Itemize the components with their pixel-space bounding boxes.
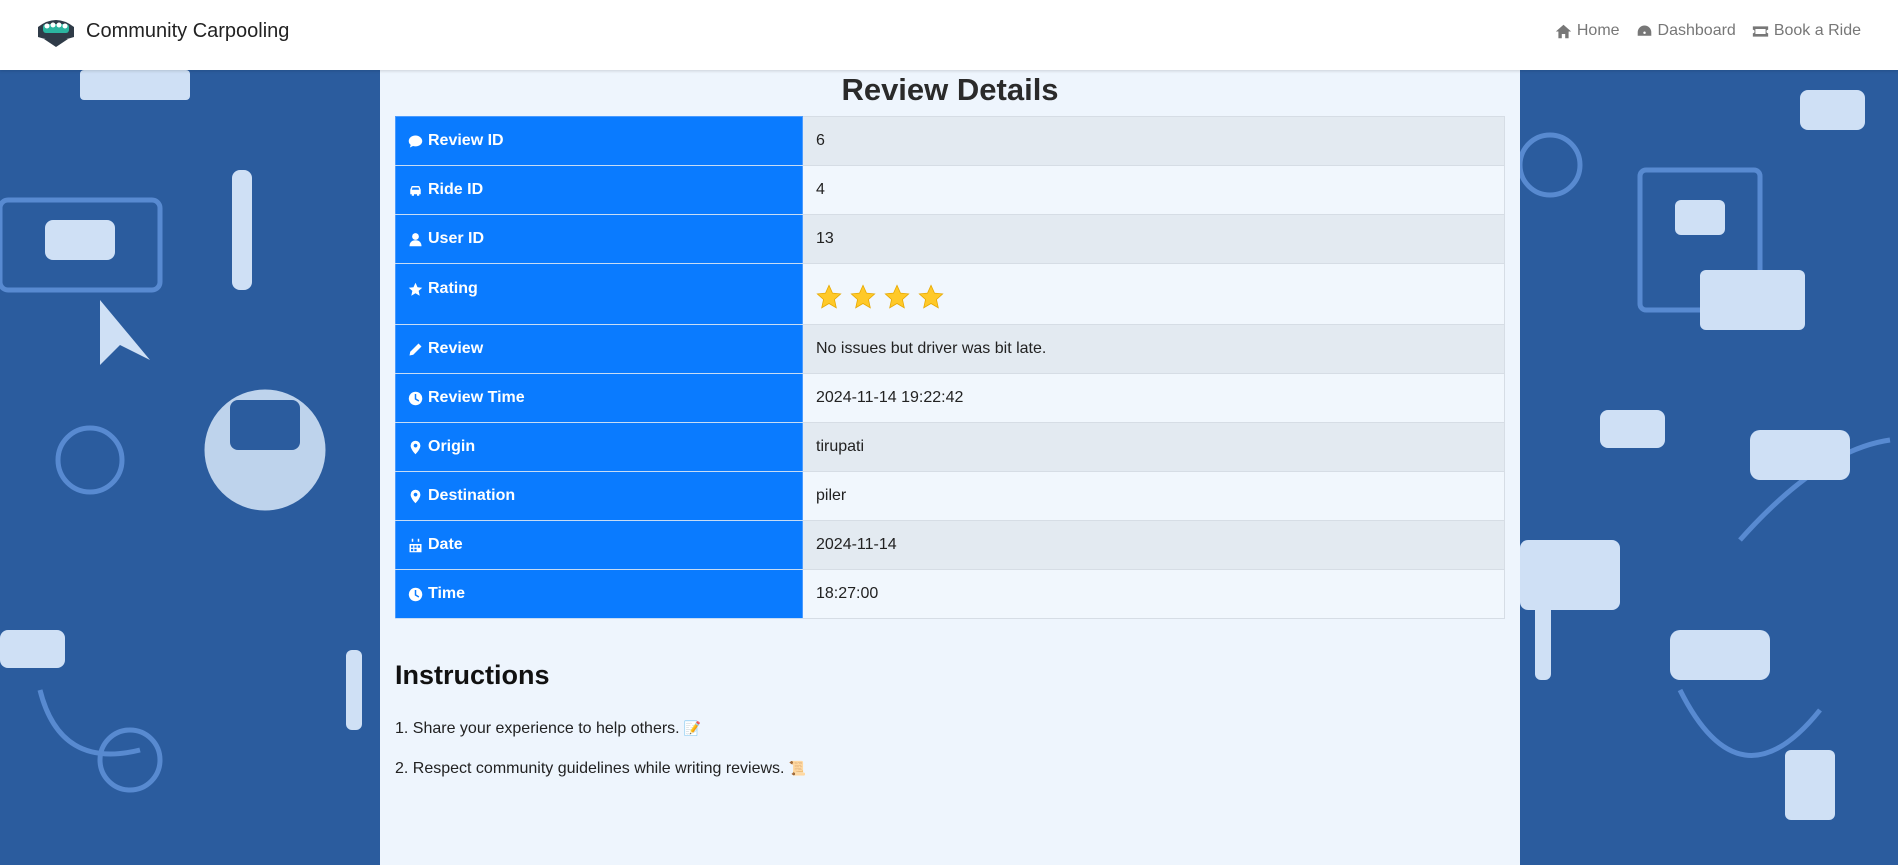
instructions-title: Instructions <box>395 660 550 690</box>
clock-icon <box>408 587 423 601</box>
clock-icon <box>408 391 423 405</box>
table-row: Time 18:27:00 <box>395 569 1505 619</box>
row-label: Destination <box>428 487 516 504</box>
row-label: Review ID <box>428 132 504 149</box>
rating-stars <box>816 278 1491 310</box>
carpool-logo-icon <box>38 20 74 47</box>
row-label: Origin <box>428 438 476 455</box>
table-row: Origin tirupati <box>395 422 1505 472</box>
nav-dashboard-link[interactable]: Dashboard <box>1636 22 1736 40</box>
row-label: Date <box>428 536 463 553</box>
nav-book-ride-label: Book a Ride <box>1773 22 1861 39</box>
ticket-icon <box>1752 25 1768 37</box>
instruction-item: 1. Share your experience to help others.… <box>395 720 701 738</box>
rating-star-icon <box>918 284 944 309</box>
pencil-icon <box>409 343 422 355</box>
nav-dashboard-label: Dashboard <box>1657 22 1736 39</box>
row-label: User ID <box>428 230 485 247</box>
brand[interactable]: Community Carpooling <box>34 13 289 49</box>
rating-star-icon <box>816 284 842 309</box>
dashboard-icon <box>1637 25 1651 36</box>
row-value: 18:27:00 <box>802 569 1505 619</box>
row-label: Review <box>428 340 484 357</box>
table-row: Destination piler <box>395 471 1505 521</box>
row-value: No issues but driver was bit late. <box>802 324 1505 374</box>
nav-home-label: Home <box>1576 22 1620 39</box>
star-icon <box>408 282 423 296</box>
table-row: Rating <box>395 263 1505 325</box>
nav-book-ride-link[interactable]: Book a Ride <box>1752 22 1861 40</box>
car-icon <box>410 185 421 196</box>
page-title: Review Details <box>841 72 1059 107</box>
table-row: Date 2024-11-14 <box>395 520 1505 570</box>
map-marker-icon <box>410 440 421 454</box>
row-value: piler <box>802 471 1505 521</box>
row-label: Rating <box>428 280 478 297</box>
instruction-text: 2. Respect community guidelines while wr… <box>395 760 785 777</box>
map-marker-icon <box>410 489 421 503</box>
row-label: Time <box>428 585 466 602</box>
row-label: Review Time <box>428 389 525 406</box>
calendar-icon <box>409 538 422 552</box>
instruction-item: 2. Respect community guidelines while wr… <box>395 760 806 778</box>
rating-value <box>802 263 1505 325</box>
scroll-emoji-icon: 📜 <box>788 760 806 776</box>
row-label: Ride ID <box>428 181 484 198</box>
top-navbar: Community Carpooling Home Dashboard Book… <box>0 0 1898 70</box>
nav-home-link[interactable]: Home <box>1555 22 1620 40</box>
table-row: Review No issues but driver was bit late… <box>395 324 1505 374</box>
row-value: 13 <box>802 214 1505 264</box>
home-icon <box>1555 24 1572 38</box>
row-value: 2024-11-14 <box>802 520 1505 570</box>
table-row: Review Time 2024-11-14 19:22:42 <box>395 373 1505 423</box>
brand-title: Community Carpooling <box>86 19 290 42</box>
instruction-text: 1. Share your experience to help others. <box>395 720 680 737</box>
table-row: User ID 13 <box>395 214 1505 264</box>
user-icon <box>409 232 422 246</box>
memo-emoji-icon: 📝 <box>683 720 702 736</box>
row-value: 6 <box>802 116 1505 166</box>
table-row: Ride ID 4 <box>395 165 1505 215</box>
review-panel: Review Details Review ID 6 Ride ID 4 Use… <box>380 70 1520 865</box>
row-value: 2024-11-14 19:22:42 <box>802 373 1505 423</box>
rating-star-icon <box>850 284 876 309</box>
rating-star-icon <box>884 284 910 309</box>
row-value: tirupati <box>802 422 1505 472</box>
table-row: Review ID 6 <box>395 116 1505 166</box>
comment-icon <box>408 135 423 147</box>
review-details-table: Review ID 6 Ride ID 4 User ID 13 Rating … <box>395 116 1505 619</box>
row-value: 4 <box>802 165 1505 215</box>
